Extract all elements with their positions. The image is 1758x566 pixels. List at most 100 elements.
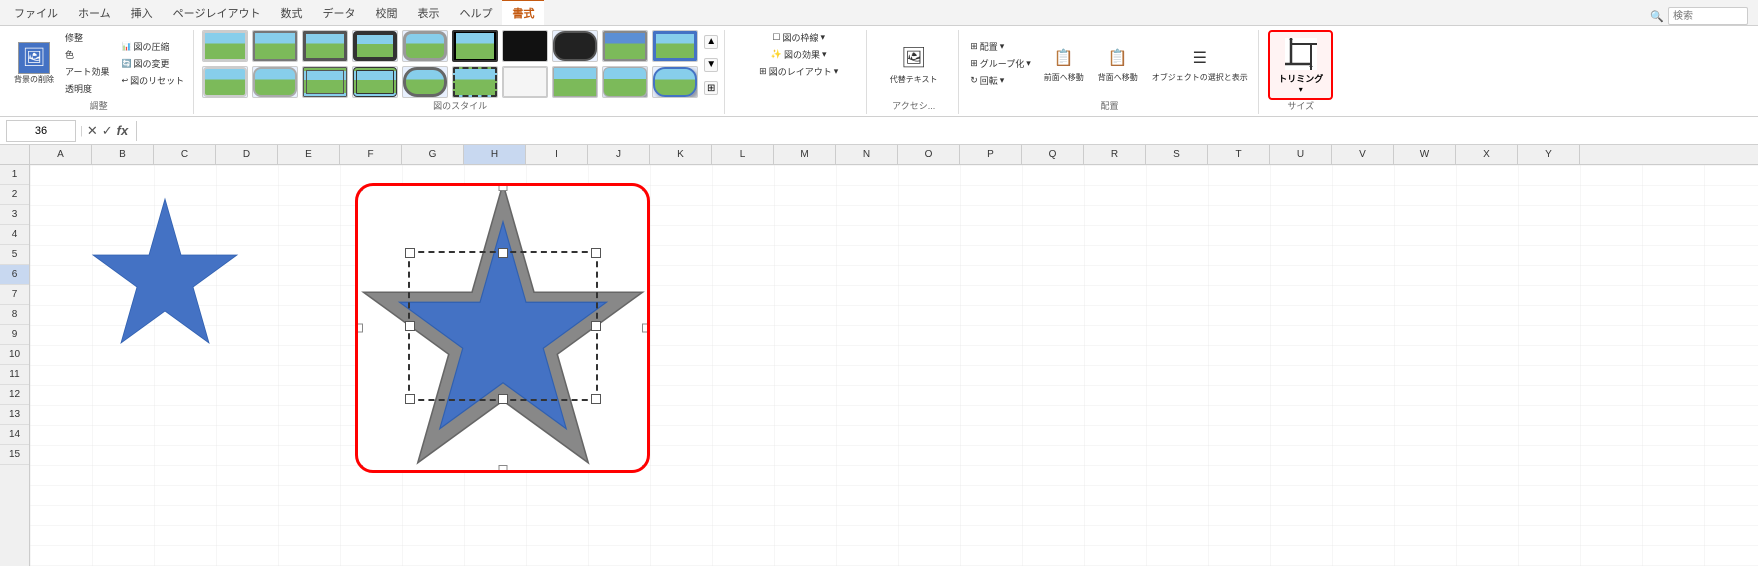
col-W[interactable]: W	[1394, 145, 1456, 164]
tab-review[interactable]: 校閲	[365, 1, 407, 25]
row-13[interactable]: 13	[0, 405, 29, 425]
col-H[interactable]: H	[464, 145, 526, 164]
style-item-19[interactable]	[602, 66, 648, 98]
name-box[interactable]: 36	[6, 120, 76, 142]
confirm-button[interactable]: ✓	[102, 123, 113, 139]
row-3[interactable]: 3	[0, 205, 29, 225]
row-2[interactable]: 2	[0, 185, 29, 205]
btn-bring-forward[interactable]: 📋 前面へ移動	[1040, 42, 1088, 85]
row-6[interactable]: 6	[0, 265, 29, 285]
btn-reset-picture[interactable]: ↩ 図のリセット	[118, 73, 187, 88]
btn-change-picture[interactable]: 🔄 図の変更	[118, 56, 187, 71]
style-item-10[interactable]	[652, 30, 698, 62]
crop-handle-bottom-center[interactable]	[498, 394, 508, 404]
crop-handle-mid-left[interactable]	[405, 321, 415, 331]
crop-handle-mid-right[interactable]	[591, 321, 601, 331]
row-14[interactable]: 14	[0, 425, 29, 445]
col-I[interactable]: I	[526, 145, 588, 164]
col-V[interactable]: V	[1332, 145, 1394, 164]
tab-insert[interactable]: 挿入	[121, 1, 163, 25]
btn-arrange[interactable]: ⊞ 配置 ▾	[967, 39, 1034, 54]
tab-format[interactable]: 書式	[502, 0, 544, 25]
handle-mid-right[interactable]	[642, 324, 650, 333]
col-F[interactable]: F	[340, 145, 402, 164]
gallery-down-arrow[interactable]: ▼	[704, 58, 718, 72]
btn-remove-background[interactable]: 🖼 背景の削除	[10, 40, 58, 87]
style-item-17[interactable]	[502, 66, 548, 98]
col-P[interactable]: P	[960, 145, 1022, 164]
crop-handle-top-left[interactable]	[405, 248, 415, 258]
style-item-1[interactable]	[202, 30, 248, 62]
handle-top-right[interactable]	[642, 183, 650, 191]
crop-handle-top-right[interactable]	[591, 248, 601, 258]
style-item-18[interactable]	[552, 66, 598, 98]
col-Y[interactable]: Y	[1518, 145, 1580, 164]
btn-send-backward[interactable]: 📋 背面へ移動	[1094, 42, 1142, 85]
style-item-12[interactable]	[252, 66, 298, 98]
row-15[interactable]: 15	[0, 445, 29, 465]
style-item-20[interactable]	[652, 66, 698, 98]
col-J[interactable]: J	[588, 145, 650, 164]
col-T[interactable]: T	[1208, 145, 1270, 164]
tab-file[interactable]: ファイル	[4, 1, 68, 25]
handle-top-center[interactable]	[498, 183, 507, 191]
btn-art-effects[interactable]: アート効果	[62, 64, 112, 79]
style-item-7[interactable]	[502, 30, 548, 62]
btn-picture-effects[interactable]: ✨ 図の効果 ▾	[768, 47, 830, 62]
handle-mid-left[interactable]	[355, 324, 363, 333]
btn-trim[interactable]: トリミング ▾	[1268, 30, 1333, 100]
tab-view[interactable]: 表示	[407, 1, 449, 25]
star-right-container[interactable]	[355, 183, 650, 473]
grid-area[interactable]	[30, 165, 1758, 566]
tab-page-layout[interactable]: ページレイアウト	[163, 1, 271, 25]
handle-bottom-center[interactable]	[498, 465, 507, 473]
row-5[interactable]: 5	[0, 245, 29, 265]
col-Q[interactable]: Q	[1022, 145, 1084, 164]
cancel-button[interactable]: ✕	[87, 123, 98, 139]
style-item-3[interactable]	[302, 30, 348, 62]
btn-group[interactable]: ⊞ グループ化 ▾	[967, 56, 1034, 71]
row-8[interactable]: 8	[0, 305, 29, 325]
gallery-more-arrow[interactable]: ⊞	[704, 81, 718, 95]
btn-compress-picture[interactable]: 📊 図の圧縮	[118, 39, 187, 54]
col-M[interactable]: M	[774, 145, 836, 164]
row-12[interactable]: 12	[0, 385, 29, 405]
btn-picture-layout[interactable]: ⊞ 図のレイアウト ▾	[756, 64, 841, 79]
tab-data[interactable]: データ	[312, 1, 365, 25]
style-item-9[interactable]	[602, 30, 648, 62]
btn-picture-border[interactable]: ☐ 図の枠線 ▾	[769, 30, 828, 45]
btn-color[interactable]: 色	[62, 47, 112, 62]
col-E[interactable]: E	[278, 145, 340, 164]
crop-handle-bottom-right[interactable]	[591, 394, 601, 404]
style-item-14[interactable]	[352, 66, 398, 98]
row-4[interactable]: 4	[0, 225, 29, 245]
btn-corrections[interactable]: 修整	[62, 30, 112, 45]
btn-transparency[interactable]: 透明度	[62, 81, 112, 96]
col-O[interactable]: O	[898, 145, 960, 164]
col-B[interactable]: B	[92, 145, 154, 164]
style-item-4[interactable]	[352, 30, 398, 62]
style-item-2[interactable]	[252, 30, 298, 62]
style-item-11[interactable]	[202, 66, 248, 98]
row-10[interactable]: 10	[0, 345, 29, 365]
crop-handle-bottom-left[interactable]	[405, 394, 415, 404]
col-S[interactable]: S	[1146, 145, 1208, 164]
btn-selection-pane[interactable]: ☰ オブジェクトの選択と表示	[1148, 42, 1252, 85]
style-item-16[interactable]	[452, 66, 498, 98]
handle-bottom-right[interactable]	[642, 465, 650, 473]
row-11[interactable]: 11	[0, 365, 29, 385]
handle-bottom-left[interactable]	[355, 465, 363, 473]
style-item-8[interactable]	[552, 30, 598, 62]
col-D[interactable]: D	[216, 145, 278, 164]
row-1[interactable]: 1	[0, 165, 29, 185]
btn-alt-text[interactable]: 🖼 代替テキスト	[886, 40, 942, 87]
col-K[interactable]: K	[650, 145, 712, 164]
col-N[interactable]: N	[836, 145, 898, 164]
col-R[interactable]: R	[1084, 145, 1146, 164]
style-item-13[interactable]	[302, 66, 348, 98]
col-A[interactable]: A	[30, 145, 92, 164]
handle-top-left[interactable]	[355, 183, 363, 191]
col-U[interactable]: U	[1270, 145, 1332, 164]
crop-handle-top-center[interactable]	[498, 248, 508, 258]
col-X[interactable]: X	[1456, 145, 1518, 164]
